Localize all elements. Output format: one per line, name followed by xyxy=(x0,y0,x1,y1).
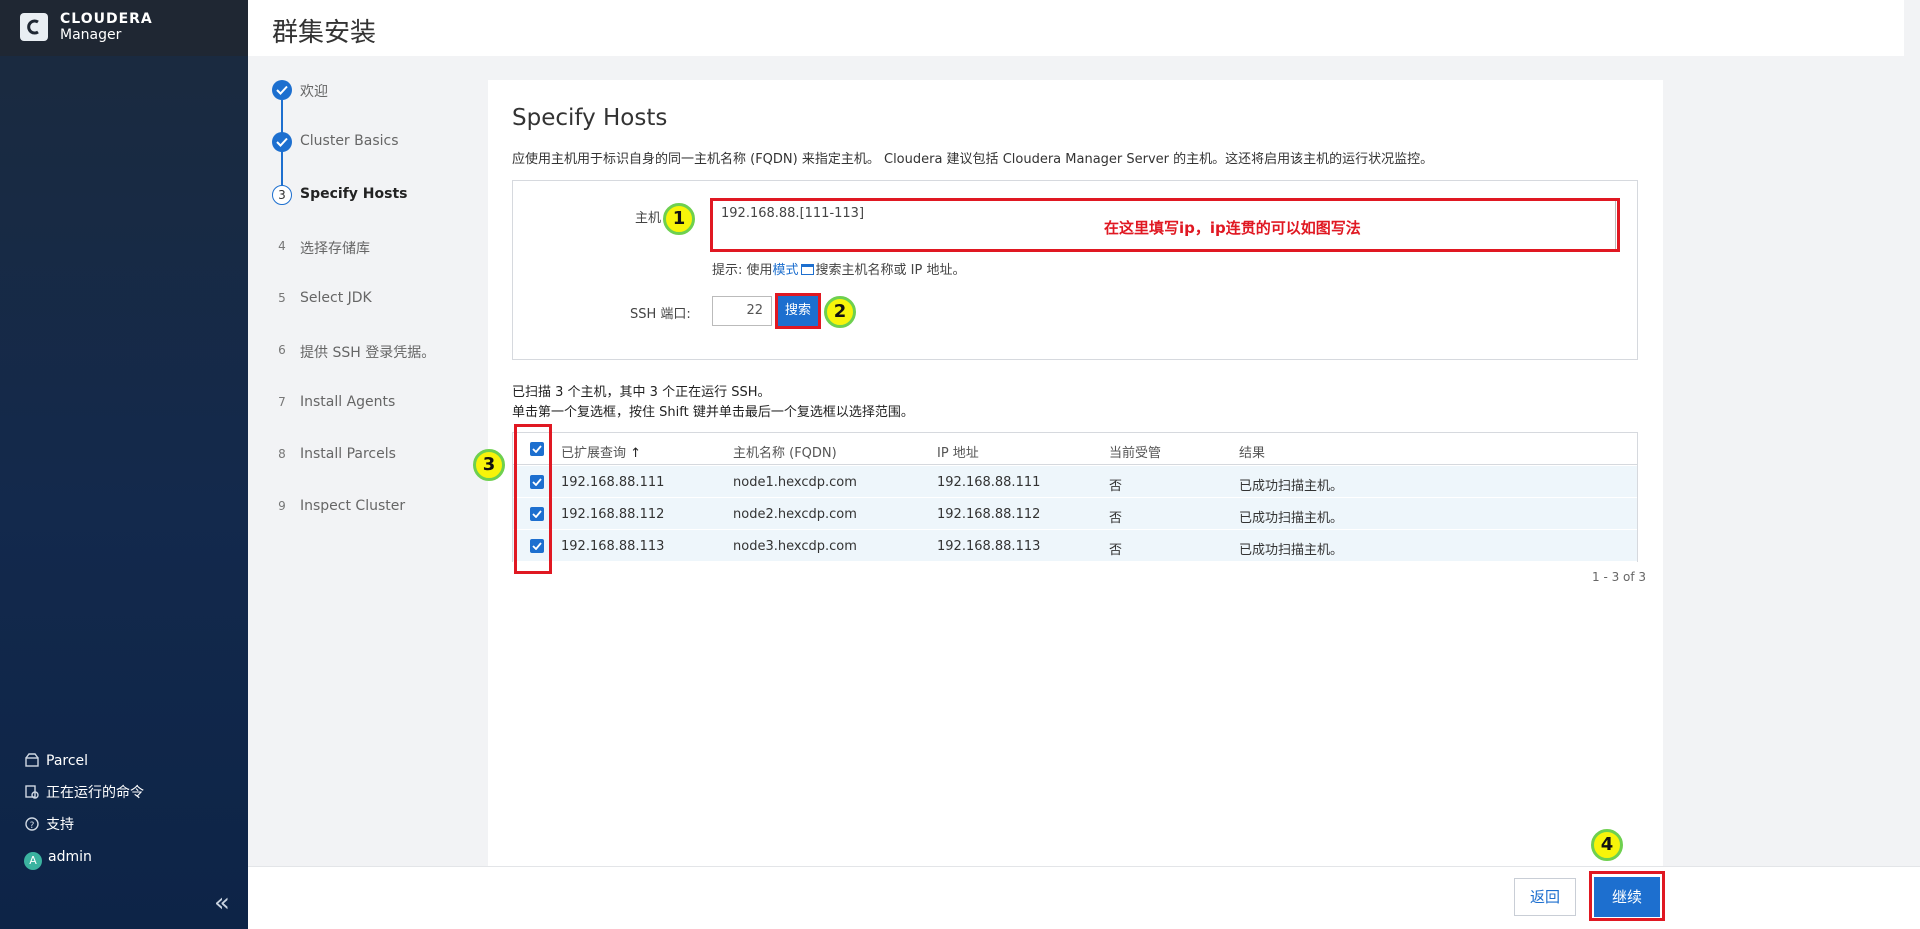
back-button[interactable]: 返回 xyxy=(1514,878,1576,916)
cell-fqdn: node1.hexcdp.com xyxy=(733,475,857,490)
cell-fqdn: node3.hexcdp.com xyxy=(733,539,857,554)
cell-managed: 否 xyxy=(1109,511,1123,526)
col-fqdn[interactable]: 主机名称 (FQDN) xyxy=(733,442,837,461)
cell-managed: 否 xyxy=(1109,479,1123,494)
col-query-label: 已扩展查询 xyxy=(561,446,627,461)
scan-summary: 已扫描 3 个主机，其中 3 个正在运行 SSH。 xyxy=(512,385,771,400)
table-row[interactable]: 192.168.88.112 node2.hexcdp.com 192.168.… xyxy=(513,498,1637,530)
sidebar-item-running-commands[interactable]: 正在运行的命令 xyxy=(24,782,144,802)
col-query[interactable]: 已扩展查询 ↑ xyxy=(561,442,641,461)
cell-result: 已成功扫描主机。 xyxy=(1239,543,1344,558)
step-label: Install Parcels xyxy=(300,446,396,462)
cell-managed: 否 xyxy=(1109,543,1123,558)
pattern-link[interactable]: 模式 xyxy=(773,263,799,278)
sidebar-item-label: 支持 xyxy=(46,817,74,833)
window-icon xyxy=(800,264,814,275)
hosts-table: 已扩展查询 ↑ 主机名称 (FQDN) IP 地址 当前受管 结果 192.16… xyxy=(512,432,1638,562)
cell-query: 192.168.88.113 xyxy=(561,539,665,554)
scan-hint: 单击第一个复选框，按住 Shift 键并单击最后一个复选框以选择范围。 xyxy=(512,405,914,420)
step-number: 9 xyxy=(278,499,286,513)
step-label: Select JDK xyxy=(300,290,372,306)
section-title: Specify Hosts xyxy=(512,105,668,131)
cell-result: 已成功扫描主机。 xyxy=(1239,511,1344,526)
cloudera-logo-icon xyxy=(20,13,48,41)
step-marker-4: 4 xyxy=(1591,829,1623,861)
step-label: 提供 SSH 登录凭据。 xyxy=(300,345,436,361)
col-managed[interactable]: 当前受管 xyxy=(1109,442,1161,461)
svg-text:?: ? xyxy=(30,821,35,831)
hint-prefix: 提示: 使用 xyxy=(712,263,773,278)
cell-fqdn: node2.hexcdp.com xyxy=(733,507,857,522)
step-number: 3 xyxy=(272,185,292,205)
avatar: A xyxy=(24,852,42,870)
annotation-box-search xyxy=(775,293,821,329)
help-icon: ? xyxy=(24,816,40,832)
step-label: Cluster Basics xyxy=(300,133,399,149)
sidebar-item-admin[interactable]: Aadmin xyxy=(24,846,92,870)
pagination-summary: 1 - 3 of 3 xyxy=(1592,570,1647,584)
step-marker-2: 2 xyxy=(824,296,856,328)
table-row[interactable]: 192.168.88.111 node1.hexcdp.com 192.168.… xyxy=(513,466,1637,498)
check-icon xyxy=(272,132,292,152)
footer-bar xyxy=(248,866,1920,929)
cell-result: 已成功扫描主机。 xyxy=(1239,479,1344,494)
brand[interactable]: CLOUDERA Manager xyxy=(0,0,248,56)
step-number: 8 xyxy=(278,447,286,461)
cell-ip: 192.168.88.112 xyxy=(937,507,1041,522)
step-marker-3: 3 xyxy=(473,449,505,481)
annotation-box-continue xyxy=(1589,871,1665,921)
col-result[interactable]: 结果 xyxy=(1239,442,1265,461)
ssh-port-label: SSH 端口: xyxy=(630,307,691,322)
hint-suffix: 搜索主机名称或 IP 地址。 xyxy=(815,263,966,278)
check-icon xyxy=(272,80,292,100)
commands-icon xyxy=(24,784,40,800)
step-number: 7 xyxy=(278,395,286,409)
hosts-label: 主机 xyxy=(635,211,662,226)
step-label: Install Agents xyxy=(300,394,396,410)
step-number: 5 xyxy=(278,291,286,305)
hosts-hint: 提示: 使用模式 搜索主机名称或 IP 地址。 xyxy=(712,259,965,278)
section-description: 应使用主机用于标识自身的同一主机名称 (FQDN) 来指定主机。 Clouder… xyxy=(512,152,1434,167)
step-label: 选择存储库 xyxy=(300,241,370,257)
brand-name: CLOUDERA xyxy=(60,11,153,27)
step-number: 4 xyxy=(278,239,286,253)
table-header-row: 已扩展查询 ↑ 主机名称 (FQDN) IP 地址 当前受管 结果 xyxy=(513,433,1637,465)
sidebar-item-label: 正在运行的命令 xyxy=(46,785,144,801)
annotation-box-checkboxes xyxy=(514,424,552,574)
step-label: 欢迎 xyxy=(300,84,328,100)
brand-product: Manager xyxy=(60,27,122,43)
col-ip[interactable]: IP 地址 xyxy=(937,442,979,461)
cell-query: 192.168.88.111 xyxy=(561,475,665,490)
cell-query: 192.168.88.112 xyxy=(561,507,665,522)
sidebar-item-parcel[interactable]: Parcel xyxy=(24,750,88,769)
step-label: Inspect Cluster xyxy=(300,498,406,514)
step-marker-1: 1 xyxy=(663,203,695,235)
collapse-sidebar-icon[interactable]: « xyxy=(214,888,230,918)
sidebar-item-label: admin xyxy=(48,849,92,865)
step-number: 6 xyxy=(278,343,286,357)
sidebar-item-label: Parcel xyxy=(46,753,89,769)
step-label: Specify Hosts xyxy=(300,186,408,202)
annotation-note: 在这里填写ip，ip连贯的可以如图写法 xyxy=(1104,219,1361,237)
parcel-icon xyxy=(24,752,40,768)
sort-asc-icon: ↑ xyxy=(630,446,642,461)
ssh-port-input[interactable]: 22 xyxy=(712,296,772,326)
table-row[interactable]: 192.168.88.113 node3.hexcdp.com 192.168.… xyxy=(513,530,1637,562)
page-title: 群集安装 xyxy=(272,18,377,48)
sidebar-item-support[interactable]: ? 支持 xyxy=(24,814,74,834)
cell-ip: 192.168.88.113 xyxy=(937,539,1041,554)
sidebar: CLOUDERA Manager Parcel 正在运行的命令 ? 支持 Aad… xyxy=(0,0,248,929)
cell-ip: 192.168.88.111 xyxy=(937,475,1041,490)
page-header: 群集安装 xyxy=(248,0,1904,56)
